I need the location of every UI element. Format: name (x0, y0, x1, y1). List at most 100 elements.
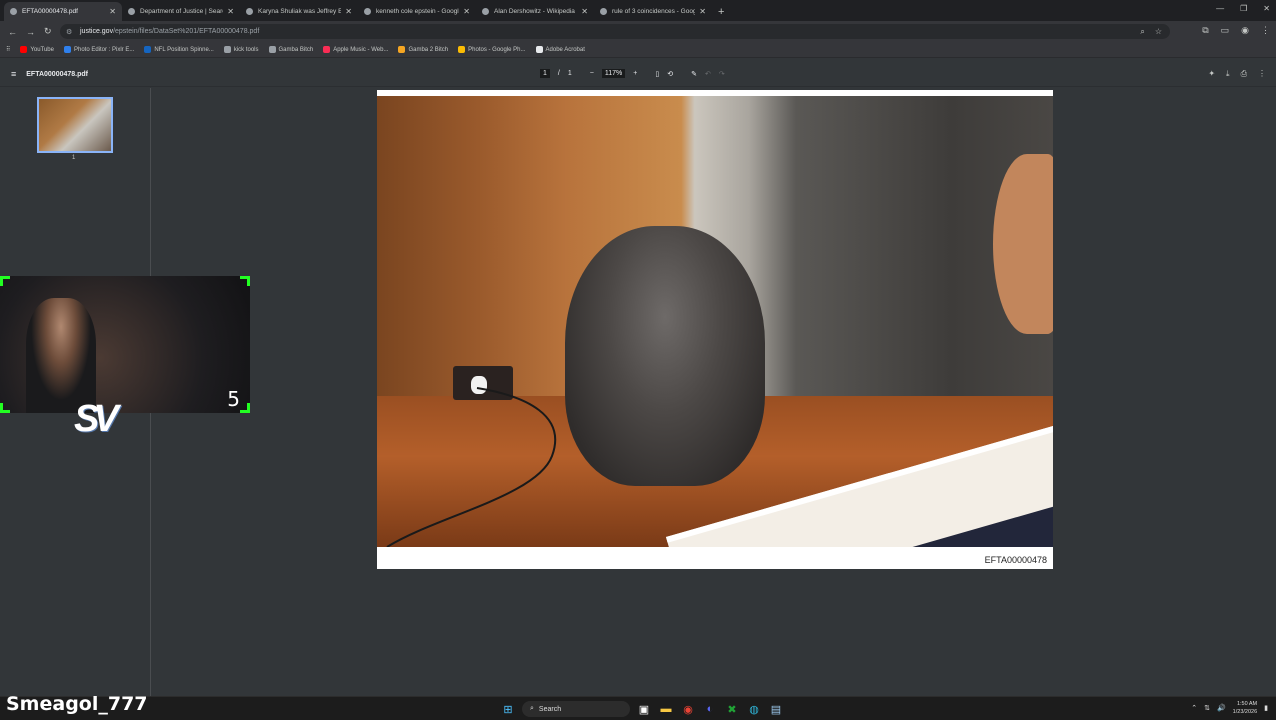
frame-corner (0, 276, 10, 286)
more-options-icon[interactable]: ⋮ (1258, 69, 1266, 79)
pdf-toolbar: ≡ EFTA00000478.pdf 1 / 1 − 117% + ▯ ⟲ ✎ … (0, 62, 1276, 87)
extensions-area: ⧉ ▭ ◉ ⋮ (1202, 25, 1270, 36)
download-icon[interactable]: ⤓ (1226, 69, 1230, 79)
apps-icon[interactable]: ⠿ (6, 46, 10, 53)
nfl-icon (144, 46, 152, 53)
bookmark-adobe-acrobat[interactable]: Adobe Acrobat (535, 46, 585, 53)
forward-icon[interactable]: → (26, 27, 36, 37)
print-icon[interactable]: ⎙ (1241, 69, 1247, 79)
bookmark-google-photos[interactable]: Photos - Google Ph... (458, 46, 526, 53)
webcam-overlay: 5 (0, 276, 250, 413)
hamburger-menu-icon[interactable]: ≡ (11, 69, 16, 79)
back-icon[interactable]: ← (8, 27, 18, 37)
site-info-icon[interactable]: ⚙ (66, 28, 75, 36)
tab-kenneth-cole[interactable]: kenneth cole epstein - Google ✕ (358, 2, 476, 21)
profile-icon[interactable]: ◉ (1241, 25, 1249, 36)
extensions-icon[interactable]: ⧉ (1202, 25, 1208, 36)
page-total: 1 (567, 70, 572, 77)
page-thumbnail[interactable] (37, 97, 113, 153)
gamba-icon (398, 46, 406, 53)
address-bar[interactable]: ⚙ justice.gov /epstein/files/DataSet%201… (60, 24, 1170, 39)
file-explorer-icon[interactable]: ▬ (658, 701, 674, 717)
bookmark-label: Gamba Bitch (278, 46, 314, 53)
discord-icon[interactable]: ◐ (702, 701, 718, 717)
streamer (26, 298, 96, 413)
close-tab-icon[interactable]: ✕ (109, 7, 116, 16)
page-separator: / (557, 70, 560, 77)
tab-title: rule of 3 coincidences - Google (612, 8, 696, 15)
frame-corner (240, 276, 250, 286)
undo-icon[interactable]: ↶ (705, 70, 711, 78)
frame-corner (240, 403, 250, 413)
stream-counter: 5 (227, 387, 240, 411)
bookmark-apple-music[interactable]: Apple Music - Web... (323, 46, 388, 53)
minimize-icon[interactable]: — (1216, 4, 1224, 13)
redo-icon[interactable]: ↷ (719, 70, 725, 78)
page-number-input[interactable]: 1 (540, 69, 550, 78)
google-tab-icon (364, 8, 371, 15)
google-photos-icon (458, 46, 466, 53)
edge-icon[interactable]: ◍ (746, 701, 762, 717)
tab-karyna[interactable]: Karyna Shuliak was Jeffrey Ep... ✕ (240, 2, 358, 21)
cast-icon[interactable]: ▭ (1221, 25, 1230, 36)
rotate-icon[interactable]: ⟲ (667, 70, 673, 78)
tab-rule-of-3[interactable]: rule of 3 coincidences - Google ✕ (594, 2, 712, 21)
zoom-in-icon[interactable]: + (633, 70, 637, 77)
bookmark-nfl[interactable]: NFL Position Spinne... (144, 46, 214, 53)
network-icon[interactable]: ⇅ (1204, 704, 1210, 712)
tab-title: Karyna Shuliak was Jeffrey Ep... (258, 8, 342, 15)
menu-icon[interactable]: ⋮ (1261, 25, 1270, 36)
pixlr-icon (63, 46, 71, 53)
zoom-out-icon[interactable]: − (590, 70, 594, 77)
chrome-icon[interactable]: ◉ (680, 701, 696, 717)
notepad-icon[interactable]: ▤ (768, 701, 784, 717)
xbox-icon[interactable]: ✖ (724, 701, 740, 717)
fit-page-icon[interactable]: ▯ (655, 70, 659, 78)
bookmark-pixlr[interactable]: Photo Editor : Pixlr E... (63, 46, 134, 53)
taskbar-apps: ⊞ ⌕ Search ▣ ▬ ◉ ◐ ✖ ◍ ▤ (500, 701, 784, 717)
ai-icon[interactable]: ✦ (1208, 69, 1215, 79)
url-domain: justice.gov (80, 28, 114, 35)
zoom-level[interactable]: 117% (601, 69, 626, 78)
x-tab-icon (246, 8, 253, 15)
notification-icon[interactable]: ▮ (1264, 704, 1268, 712)
windows-start-icon[interactable]: ⊞ (500, 701, 516, 717)
close-window-icon[interactable]: ✕ (1263, 4, 1270, 13)
bookmark-youtube[interactable]: YouTube (20, 46, 54, 53)
bookmark-gamba-2[interactable]: Gamba 2 Bitch (398, 46, 448, 53)
new-tab-button[interactable]: + (718, 6, 724, 18)
tray-overflow-icon[interactable]: ⌃ (1191, 704, 1197, 712)
search-label: Search (538, 705, 562, 713)
bookmark-star-icon[interactable]: ☆ (1155, 27, 1162, 37)
tab-title: Department of Justice | Search (140, 8, 224, 15)
volume-icon[interactable]: 🔊 (1217, 704, 1226, 712)
tab-doj-search[interactable]: Department of Justice | Search ✕ (122, 2, 240, 21)
close-tab-icon[interactable]: ✕ (699, 7, 706, 16)
close-tab-icon[interactable]: ✕ (463, 7, 470, 16)
bookmark-gamba[interactable]: Gamba Bitch (268, 46, 314, 53)
doj-tab-icon (128, 8, 135, 15)
page-zoom-controls: 1 / 1 − 117% + ▯ ⟲ ✎ ↶ ↷ (540, 69, 725, 78)
clock[interactable]: 1:50 AM 1/23/2026 (1233, 700, 1257, 716)
tab-dershowitz[interactable]: Alan Dershowitz - Wikipedia ✕ (476, 2, 594, 21)
system-tray: ⌃ ⇅ 🔊 1:50 AM 1/23/2026 ▮ (1191, 700, 1268, 716)
annotate-icon[interactable]: ✎ (691, 70, 697, 78)
bookmark-kick-tools[interactable]: kick tools (223, 46, 259, 53)
maximize-icon[interactable]: ❐ (1240, 4, 1247, 13)
youtube-icon (20, 46, 28, 53)
bates-number: EFTA00000478 (984, 555, 1047, 565)
close-tab-icon[interactable]: ✕ (345, 7, 352, 16)
bookmark-label: YouTube (30, 46, 54, 53)
zoom-icon[interactable]: ⌕ (1140, 27, 1144, 37)
bookmark-label: Gamba 2 Bitch (408, 46, 449, 53)
reload-icon[interactable]: ↻ (44, 26, 54, 37)
tab-pdf[interactable]: EFTA00000478.pdf ✕ (4, 2, 122, 21)
frame-corner (0, 403, 10, 413)
taskbar-search[interactable]: ⌕ Search (522, 701, 630, 717)
close-tab-icon[interactable]: ✕ (581, 7, 588, 16)
acrobat-icon (535, 46, 543, 53)
close-tab-icon[interactable]: ✕ (227, 7, 234, 16)
window-controls: — ❐ ✕ (1216, 4, 1270, 13)
task-view-icon[interactable]: ▣ (636, 701, 652, 717)
apple-music-icon (323, 46, 331, 53)
